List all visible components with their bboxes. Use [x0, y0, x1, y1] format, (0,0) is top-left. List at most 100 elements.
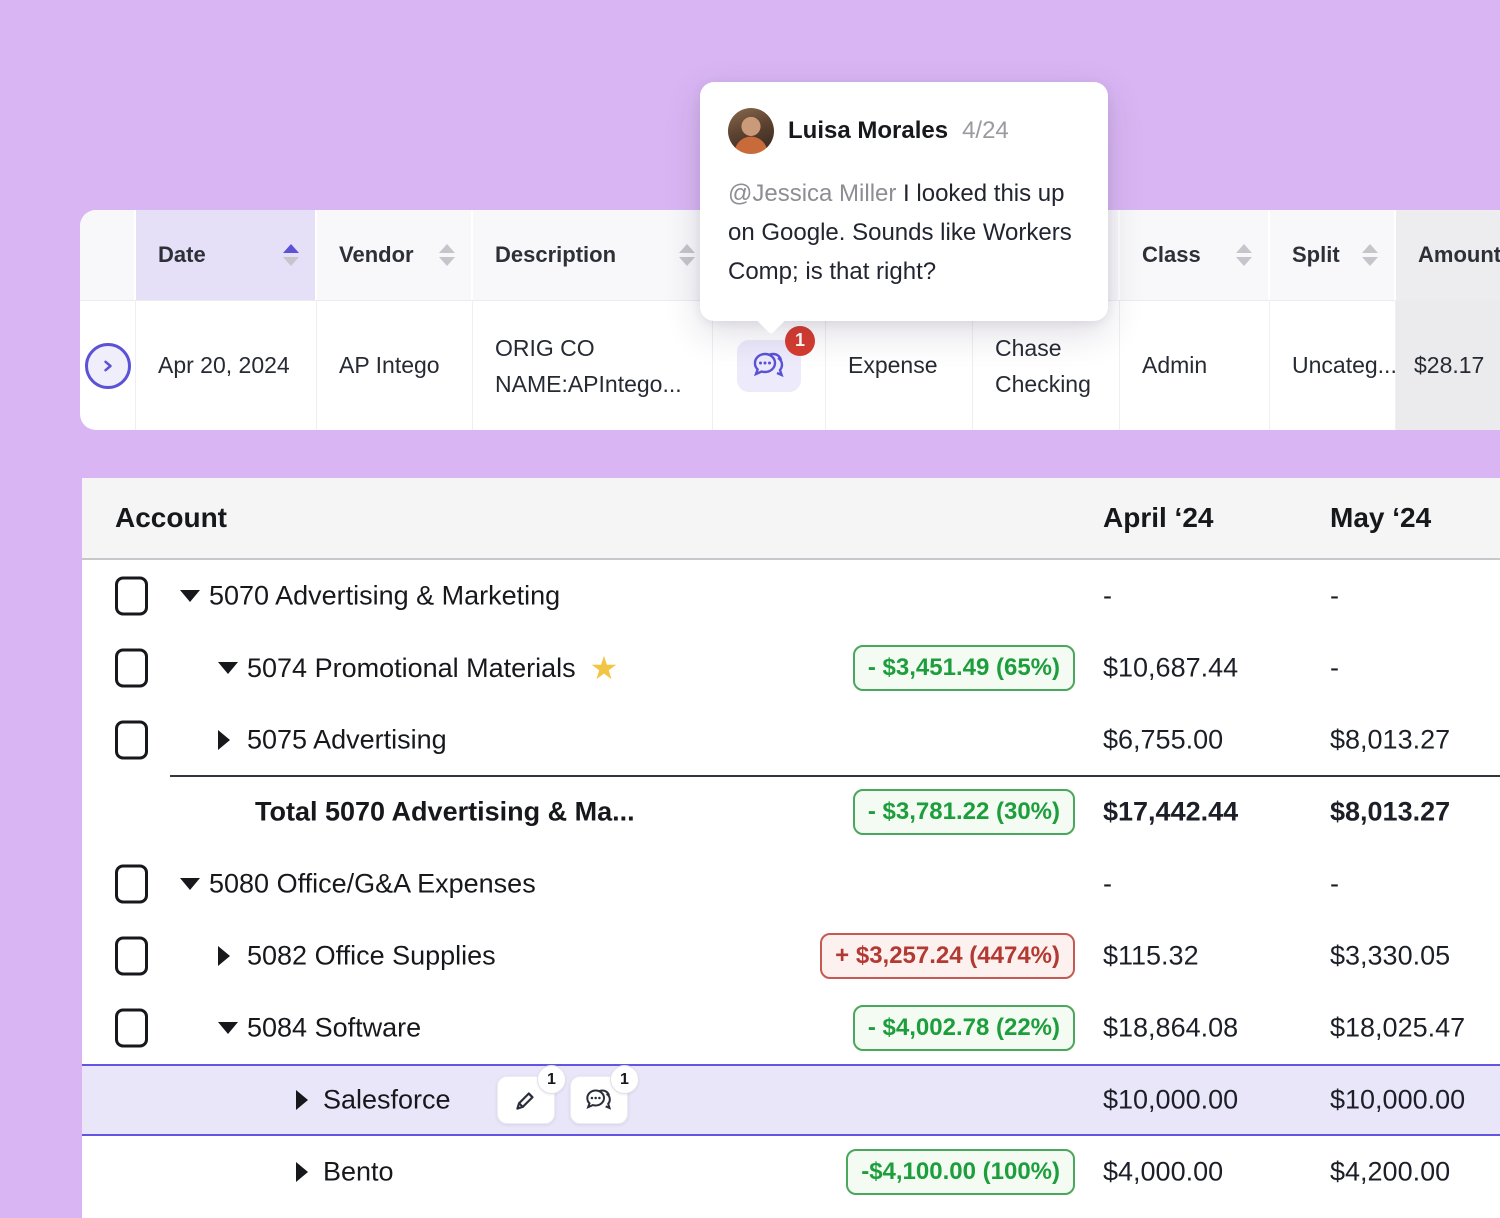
account-row[interactable]: 5070 Advertising & Marketing - -: [82, 560, 1500, 632]
change-badge: + $3,257.24 (4474%): [820, 933, 1075, 979]
may-value: $18,025.47: [1330, 1013, 1465, 1044]
comments-button[interactable]: 1: [570, 1076, 628, 1124]
april-value: $10,000.00: [1103, 1085, 1238, 1116]
account-row[interactable]: 5082 Office Supplies+ $3,257.24 (4474%)$…: [82, 920, 1500, 992]
account-row[interactable]: Bento-$4,100.00 (100%)$4,000.00$4,200.00: [82, 1136, 1500, 1208]
header-expander-column: [80, 210, 136, 300]
column-header-class[interactable]: Class: [1120, 210, 1270, 300]
row-checkbox[interactable]: [115, 1009, 148, 1048]
account-name: 5070 Advertising & Marketing: [209, 581, 560, 612]
expand-triangle-icon[interactable]: [218, 946, 230, 966]
comment-popup: Luisa Morales 4/24 @Jessica Miller I loo…: [700, 82, 1108, 321]
column-header-vendor[interactable]: Vendor: [317, 210, 473, 300]
transaction-type: Expense: [848, 352, 938, 379]
account-name: 5080 Office/G&A Expenses: [209, 869, 536, 900]
may-value: -: [1330, 581, 1339, 612]
column-label-date: Date: [158, 242, 206, 268]
sort-icon-date[interactable]: [283, 244, 299, 266]
may-value: -: [1330, 653, 1339, 684]
app-canvas: { "colors":{ "bg":"#d9b6f3","surface":"#…: [0, 0, 1500, 1200]
april-value: $115.32: [1103, 941, 1199, 972]
section-divider: [170, 775, 1500, 777]
collapse-triangle-icon[interactable]: [180, 878, 200, 890]
column-header-amount[interactable]: Amount: [1396, 210, 1500, 300]
change-badge: - $3,451.49 (65%): [853, 645, 1075, 691]
total-row[interactable]: Total 5070 Advertising & Ma...- $3,781.2…: [82, 776, 1500, 848]
column-header-description[interactable]: Description: [473, 210, 713, 300]
column-header-may: May ‘24: [1330, 502, 1431, 534]
row-checkbox[interactable]: [115, 649, 148, 688]
transaction-amount-cell: $28.17: [1396, 301, 1500, 430]
sort-icon-description[interactable]: [679, 244, 695, 266]
star-icon: ★: [590, 652, 619, 684]
april-value: -: [1103, 581, 1112, 612]
transaction-amount: $28.17: [1414, 352, 1484, 379]
transaction-vendor-cell: AP Intego: [317, 301, 473, 430]
comment-message: @Jessica Miller I looked this up on Goog…: [728, 174, 1080, 291]
may-value: $10,000.00: [1330, 1085, 1465, 1116]
april-value: $6,755.00: [1103, 725, 1223, 756]
transaction-date: Apr 20, 2024: [158, 352, 290, 379]
account-name: Bento: [323, 1157, 394, 1188]
account-row[interactable]: 5080 Office/G&A Expenses--: [82, 848, 1500, 920]
column-label-amount: Amount: [1418, 242, 1500, 268]
sort-icon-vendor[interactable]: [439, 244, 455, 266]
may-value: $3,330.05: [1330, 941, 1450, 972]
sort-icon-split[interactable]: [1362, 244, 1378, 266]
april-value: $10,687.44: [1103, 653, 1238, 684]
transaction-description-cell: ORIG CO NAME:APIntego...: [473, 301, 713, 430]
highlight-count-badge: 1: [537, 1065, 566, 1094]
expand-triangle-icon[interactable]: [218, 730, 230, 750]
account-name: Salesforce: [323, 1085, 451, 1116]
may-value: $8,013.27: [1330, 797, 1450, 828]
popup-header: Luisa Morales 4/24: [728, 108, 1080, 154]
chevron-right-icon: [98, 356, 118, 376]
column-label-vendor: Vendor: [339, 242, 414, 268]
transaction-description: ORIG CO NAME:APIntego...: [495, 330, 682, 402]
expand-row-cell: [80, 301, 136, 430]
sort-icon-class[interactable]: [1236, 244, 1252, 266]
collapse-triangle-icon[interactable]: [180, 590, 200, 602]
account-name: 5074 Promotional Materials★: [247, 652, 618, 684]
comment-count-badge: 1: [785, 326, 815, 356]
comments-button[interactable]: 1: [737, 340, 801, 392]
account-row[interactable]: Salesforce11$10,000.00$10,000.00: [82, 1064, 1500, 1136]
column-header-account: Account: [115, 502, 227, 534]
avatar: [728, 108, 774, 154]
transaction-split: Uncateg...: [1292, 352, 1397, 379]
column-header-date[interactable]: Date: [136, 210, 317, 300]
collapse-triangle-icon[interactable]: [218, 1022, 238, 1034]
expand-triangle-icon[interactable]: [296, 1162, 308, 1182]
expand-triangle-icon[interactable]: [296, 1090, 308, 1110]
change-badge: -$4,100.00 (100%): [846, 1149, 1075, 1195]
column-label-description: Description: [495, 242, 616, 268]
account-name: Total 5070 Advertising & Ma...: [255, 797, 635, 828]
transaction-date-cell: Apr 20, 2024: [136, 301, 317, 430]
collapse-triangle-icon[interactable]: [218, 662, 238, 674]
expand-row-button[interactable]: [85, 343, 131, 389]
row-checkbox[interactable]: [115, 577, 148, 616]
change-badge: - $4,002.78 (22%): [853, 1005, 1075, 1051]
comment-count-badge: 1: [610, 1065, 639, 1094]
transaction-split-cell: Uncateg...: [1270, 301, 1396, 430]
april-value: $4,000.00: [1103, 1157, 1223, 1188]
transaction-class-cell: Admin: [1120, 301, 1270, 430]
report-header-row: Account April ‘24 May ‘24: [82, 478, 1500, 560]
comment-date: 4/24: [962, 117, 1009, 145]
row-checkbox[interactable]: [115, 865, 148, 904]
row-checkbox[interactable]: [115, 721, 148, 760]
account-name: 5075 Advertising: [247, 725, 447, 756]
comment-mention: @Jessica Miller: [728, 180, 896, 207]
row-checkbox[interactable]: [115, 937, 148, 976]
account-row[interactable]: 5084 Software- $4,002.78 (22%)$18,864.08…: [82, 992, 1500, 1064]
column-label-class: Class: [1142, 242, 1201, 268]
transaction-vendor: AP Intego: [339, 352, 440, 379]
account-row[interactable]: 5074 Promotional Materials★ - $3,451.49 (…: [82, 632, 1500, 704]
highlight-button[interactable]: 1: [497, 1076, 555, 1124]
account-row[interactable]: 5075 Advertising$6,755.00$8,013.27: [82, 704, 1500, 776]
column-label-split: Split: [1292, 242, 1340, 268]
column-header-split[interactable]: Split: [1270, 210, 1396, 300]
report-rows: 5070 Advertising & Marketing--5074 Promo…: [82, 560, 1500, 1208]
transaction-account: Chase Checking: [995, 330, 1091, 402]
report-panel: Account April ‘24 May ‘24 5070 Advertisi…: [82, 478, 1500, 1218]
